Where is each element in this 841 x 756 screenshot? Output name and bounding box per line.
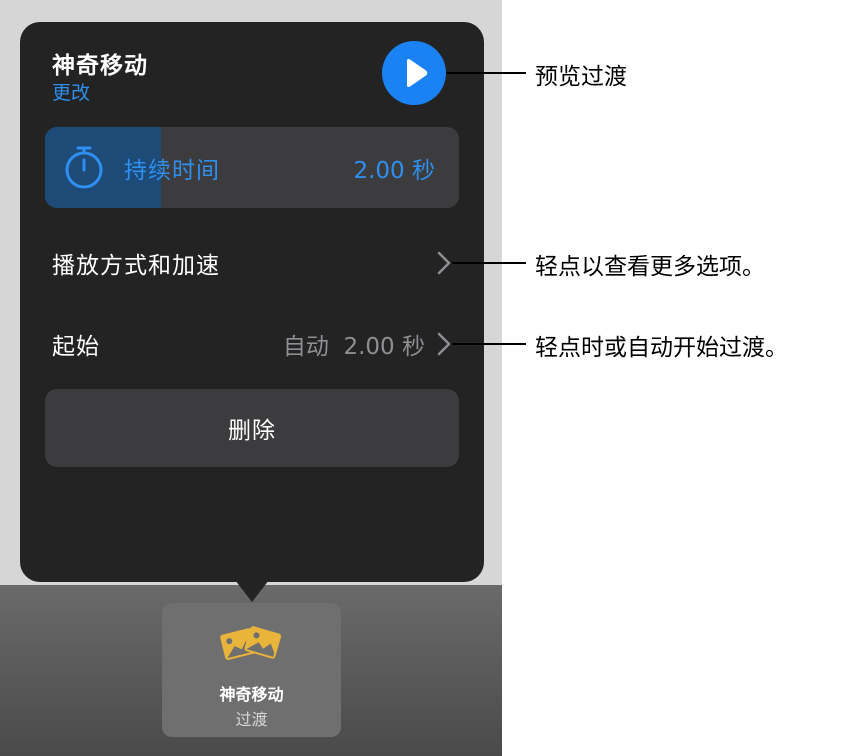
change-link[interactable]: 更改 xyxy=(52,78,90,105)
chevron-right-icon[interactable] xyxy=(436,250,452,276)
delete-button[interactable]: 删除 xyxy=(45,389,459,467)
playback-acceleration-row[interactable]: 播放方式和加速 xyxy=(52,246,220,280)
duration-label: 持续时间 xyxy=(124,158,220,184)
tile-subtitle: 过渡 xyxy=(235,710,268,729)
callout-line-preview xyxy=(446,72,526,74)
tile-title: 神奇移动 xyxy=(219,685,284,704)
photos-transition-icon xyxy=(220,626,282,660)
duration-slider[interactable]: 持续时间 2.00 秒 xyxy=(45,127,459,208)
app-screen: 神奇移动 更改 持续时间 2.00 秒 播放方式和加速 起始 自动 2.00 秒… xyxy=(0,0,502,756)
start-value: 自动 2.00 秒 xyxy=(282,334,425,360)
play-icon xyxy=(407,59,428,87)
duration-value: 2.00 秒 xyxy=(353,158,435,184)
callout-line-start xyxy=(452,343,526,345)
chevron-right-icon[interactable] xyxy=(436,331,452,357)
callout-more-options: 轻点以查看更多选项。 xyxy=(535,254,765,280)
transition-popover xyxy=(20,22,484,582)
callout-start: 轻点时或自动开始过渡。 xyxy=(535,335,788,361)
transition-tile[interactable]: 神奇移动 过渡 xyxy=(162,603,341,737)
popover-arrow xyxy=(235,580,269,602)
callout-preview: 预览过渡 xyxy=(535,64,627,90)
callout-line-more-options xyxy=(452,262,526,264)
stopwatch-icon xyxy=(65,146,103,189)
popover-title: 神奇移动 xyxy=(52,53,148,79)
start-row[interactable]: 起始 xyxy=(52,327,100,361)
preview-play-button[interactable] xyxy=(382,41,446,105)
